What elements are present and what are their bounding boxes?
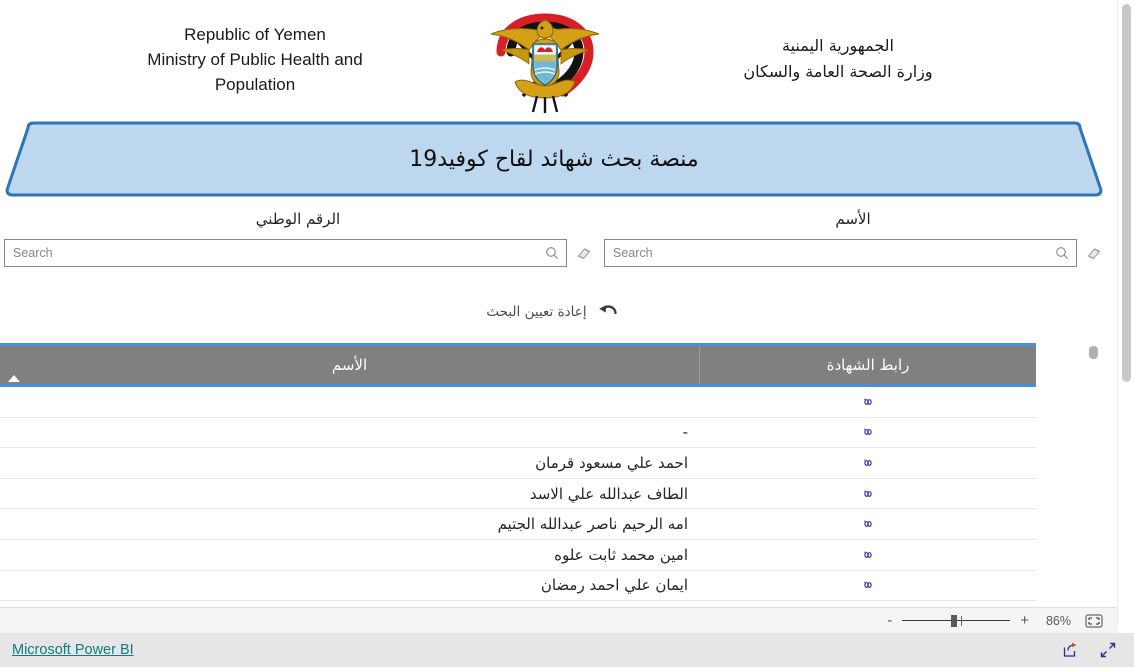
reset-arrow-icon (598, 305, 617, 315)
header-english-line-3: Population (214, 74, 296, 94)
name-clear-button[interactable] (1085, 245, 1102, 262)
footer-actions (1062, 642, 1116, 658)
zoom-toolbar: - + 86% (0, 607, 1117, 633)
header-english-line-2: Ministry of Public Health and (147, 49, 363, 69)
chain-link-icon (863, 581, 872, 589)
national-id-label: الرقم الوطني (255, 210, 341, 228)
table-row[interactable]: احمد علي مسعود قرمان (0, 448, 1036, 479)
filter-name: الأسم (604, 208, 1102, 267)
table-row[interactable]: ايمان علي احمد رمضان (0, 571, 1036, 602)
cell-name: - (682, 423, 688, 442)
table-scrollbar-thumb[interactable] (1089, 346, 1098, 359)
table-row[interactable]: الطاف عبدالله علي الاسد (0, 479, 1036, 510)
column-header-name-label: الأسم (331, 356, 368, 374)
filter-national-id: الرقم الوطني (4, 208, 592, 267)
certificates-table: الأسم رابط الشهادة - احمد علي مسعود قرما… (0, 343, 1036, 649)
column-header-name[interactable]: الأسم (0, 346, 700, 384)
national-id-search-box[interactable] (4, 239, 567, 267)
yemen-national-emblem-icon (470, 3, 620, 115)
table-row[interactable]: امه الرحيم ناصر عبدالله الجتيم (0, 509, 1036, 540)
eraser-icon (577, 248, 590, 260)
table-row[interactable]: - (0, 418, 1036, 449)
filter-bar: الرقم الوطني Search الأسم Search (0, 208, 1106, 270)
emblem-svg (490, 13, 600, 113)
cell-certificate-link[interactable] (700, 517, 1036, 531)
sort-ascending-icon (8, 375, 20, 382)
cell-name: ايمان علي احمد رمضان (540, 576, 688, 595)
cell-name: احمد علي مسعود قرمان (535, 453, 688, 472)
table-vertical-scrollbar[interactable] (1089, 346, 1098, 604)
national-id-search-input[interactable] (5, 240, 566, 266)
table-row[interactable] (0, 387, 1036, 418)
report-header: Republic of Yemen Ministry of Public Hea… (0, 0, 1106, 118)
reset-search-button[interactable]: إعادة تعيين البحث (0, 300, 1106, 324)
column-header-certificate-link-label: رابط الشهادة (826, 356, 910, 374)
cell-certificate-link[interactable] (700, 487, 1036, 501)
cell-certificate-link[interactable] (700, 578, 1036, 592)
page-vertical-scrollbar[interactable] (1117, 0, 1134, 629)
table-header-row: الأسم رابط الشهادة (0, 343, 1036, 387)
header-arabic-title: الجمهورية اليمنية وزارة الصحة العامة وال… (620, 33, 1106, 85)
zoom-percent-label: 86% (1045, 613, 1071, 628)
cell-certificate-link[interactable] (700, 548, 1036, 562)
cell-name: الطاف عبدالله علي الاسد (529, 484, 688, 503)
chain-link-icon (863, 398, 872, 405)
eraser-icon (1087, 248, 1100, 260)
chain-link-icon (863, 489, 872, 497)
header-arabic-line-2: وزارة الصحة العامة والسكان (743, 62, 933, 81)
report-footer: Microsoft Power BI (0, 633, 1134, 667)
fullscreen-icon[interactable] (1100, 642, 1116, 658)
zoom-in-button[interactable]: + (1020, 613, 1029, 628)
chain-link-icon (863, 520, 872, 528)
page-title-banner: منصة بحث شهائد لقاح كوفيد19 (4, 120, 1104, 198)
page-title: منصة بحث شهائد لقاح كوفيد19 (409, 146, 699, 172)
powerbi-report-page: Republic of Yemen Ministry of Public Hea… (0, 0, 1134, 667)
header-english-title: Republic of Yemen Ministry of Public Hea… (0, 22, 470, 97)
fit-to-page-icon[interactable] (1085, 613, 1103, 628)
national-id-clear-button[interactable] (575, 245, 592, 262)
chain-link-icon (863, 551, 872, 558)
powerbi-brand-link[interactable]: Microsoft Power BI (12, 642, 134, 658)
cell-name: امه الرحيم ناصر عبدالله الجتيم (497, 515, 688, 534)
cell-certificate-link[interactable] (700, 456, 1036, 470)
reset-search-label: إعادة تعيين البحث (486, 304, 587, 320)
cell-name: امين محمد ثابت علوه (554, 545, 688, 564)
name-search-box[interactable] (604, 239, 1077, 267)
page-scrollbar-thumb[interactable] (1122, 4, 1131, 382)
zoom-out-button[interactable]: - (887, 613, 892, 628)
chain-link-icon (863, 459, 872, 467)
share-icon[interactable] (1062, 642, 1078, 658)
name-label: الأسم (835, 210, 871, 228)
name-search-input[interactable] (605, 240, 1076, 266)
zoom-slider-handle[interactable] (951, 614, 958, 627)
table-row[interactable]: امين محمد ثابت علوه (0, 540, 1036, 571)
header-arabic-line-1: الجمهورية اليمنية (781, 36, 894, 55)
cell-certificate-link[interactable] (700, 425, 1036, 439)
chain-link-icon (863, 428, 872, 436)
zoom-slider-tick (961, 615, 963, 626)
cell-certificate-link[interactable] (700, 395, 1036, 409)
header-english-line-1: Republic of Yemen (184, 24, 326, 44)
zoom-slider[interactable] (902, 614, 1011, 628)
column-header-certificate-link[interactable]: رابط الشهادة (700, 346, 1036, 384)
